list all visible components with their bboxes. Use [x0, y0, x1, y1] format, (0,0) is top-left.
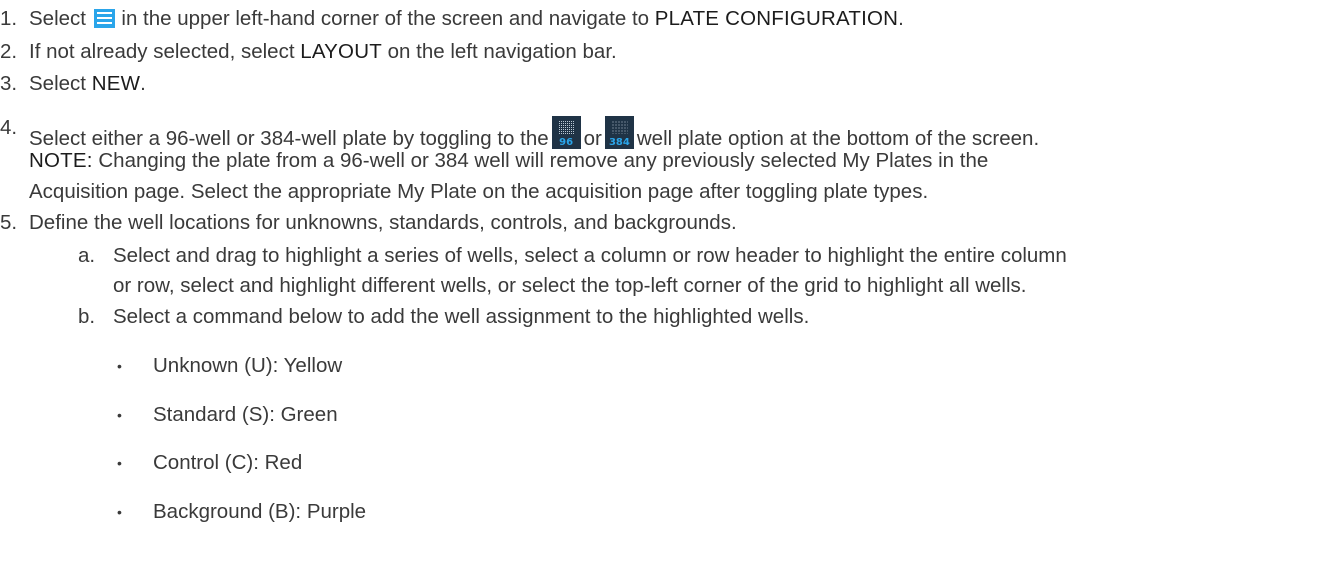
substep-b-letter: b. [78, 305, 96, 328]
step-3-number: 3. [0, 72, 18, 95]
bullet-control-marker: • [117, 455, 122, 471]
step-1-text-after: in the upper left-hand corner of the scr… [121, 7, 650, 30]
substep-a-line-2: or row, select and highlight different w… [113, 274, 1027, 297]
bullet-standard-marker: • [117, 407, 122, 423]
substep-b: Select a command below to add the well a… [113, 305, 810, 328]
plate-96-icon: 96 [551, 116, 581, 149]
step-3-text-before: Select [29, 72, 86, 95]
step-1-end: . [898, 7, 904, 30]
step-3: Select NEW. [29, 72, 146, 96]
layout-keyword: LAYOUT [300, 40, 382, 63]
step-4-number: 4. [0, 116, 18, 139]
step-1-number: 1. [0, 7, 18, 30]
plate-384-icon: 384 [604, 116, 634, 149]
bullet-unknown-marker: • [117, 358, 122, 374]
note-keyword: NOTE: [29, 149, 93, 172]
menu-icon [93, 9, 115, 28]
step-3-end: . [140, 72, 146, 95]
step-4-note-continuation: Acquisition page. Select the appropriate… [29, 180, 929, 203]
step-1: Select in the upper left-hand corner of … [29, 7, 904, 31]
substep-a-line-1: Select and drag to highlight a series of… [113, 244, 1067, 267]
plate-384-label: 384 [608, 137, 630, 148]
bullet-background: Background (B): Purple [153, 500, 367, 523]
plate-configuration-keyword: PLATE CONFIGURATION [654, 7, 899, 30]
plate-96-label: 96 [559, 137, 574, 148]
step-5: Define the well locations for unknowns, … [29, 211, 737, 234]
step-4: Select either a 96-well or 384-well plat… [29, 116, 1039, 151]
step-4-text-before: Select either a 96-well or 384-well plat… [29, 127, 549, 150]
step-4-or: or [583, 127, 602, 150]
substep-a-letter: a. [78, 244, 96, 267]
step-2-text-before: If not already selected, select [29, 40, 295, 63]
plate-384-grid [610, 120, 628, 134]
new-keyword: NEW [91, 72, 141, 95]
step-2-number: 2. [0, 40, 18, 63]
step-1-text-before: Select [29, 7, 86, 30]
bullet-background-marker: • [117, 504, 122, 520]
step-4-text-after: well plate option at the bottom of the s… [636, 127, 1040, 150]
bullet-standard: Standard (S): Green [153, 403, 338, 426]
step-4-note-text: Changing the plate from a 96-well or 384… [98, 149, 989, 172]
bullet-control: Control (C): Red [153, 451, 303, 474]
step-5-number: 5. [0, 211, 18, 234]
plate-96-grid [557, 120, 575, 134]
step-4-note: NOTE: Changing the plate from a 96-well … [29, 149, 988, 173]
step-2: If not already selected, select LAYOUT o… [29, 40, 617, 64]
step-2-text-after: on the left navigation bar. [387, 40, 617, 63]
bullet-unknown: Unknown (U): Yellow [153, 354, 343, 377]
